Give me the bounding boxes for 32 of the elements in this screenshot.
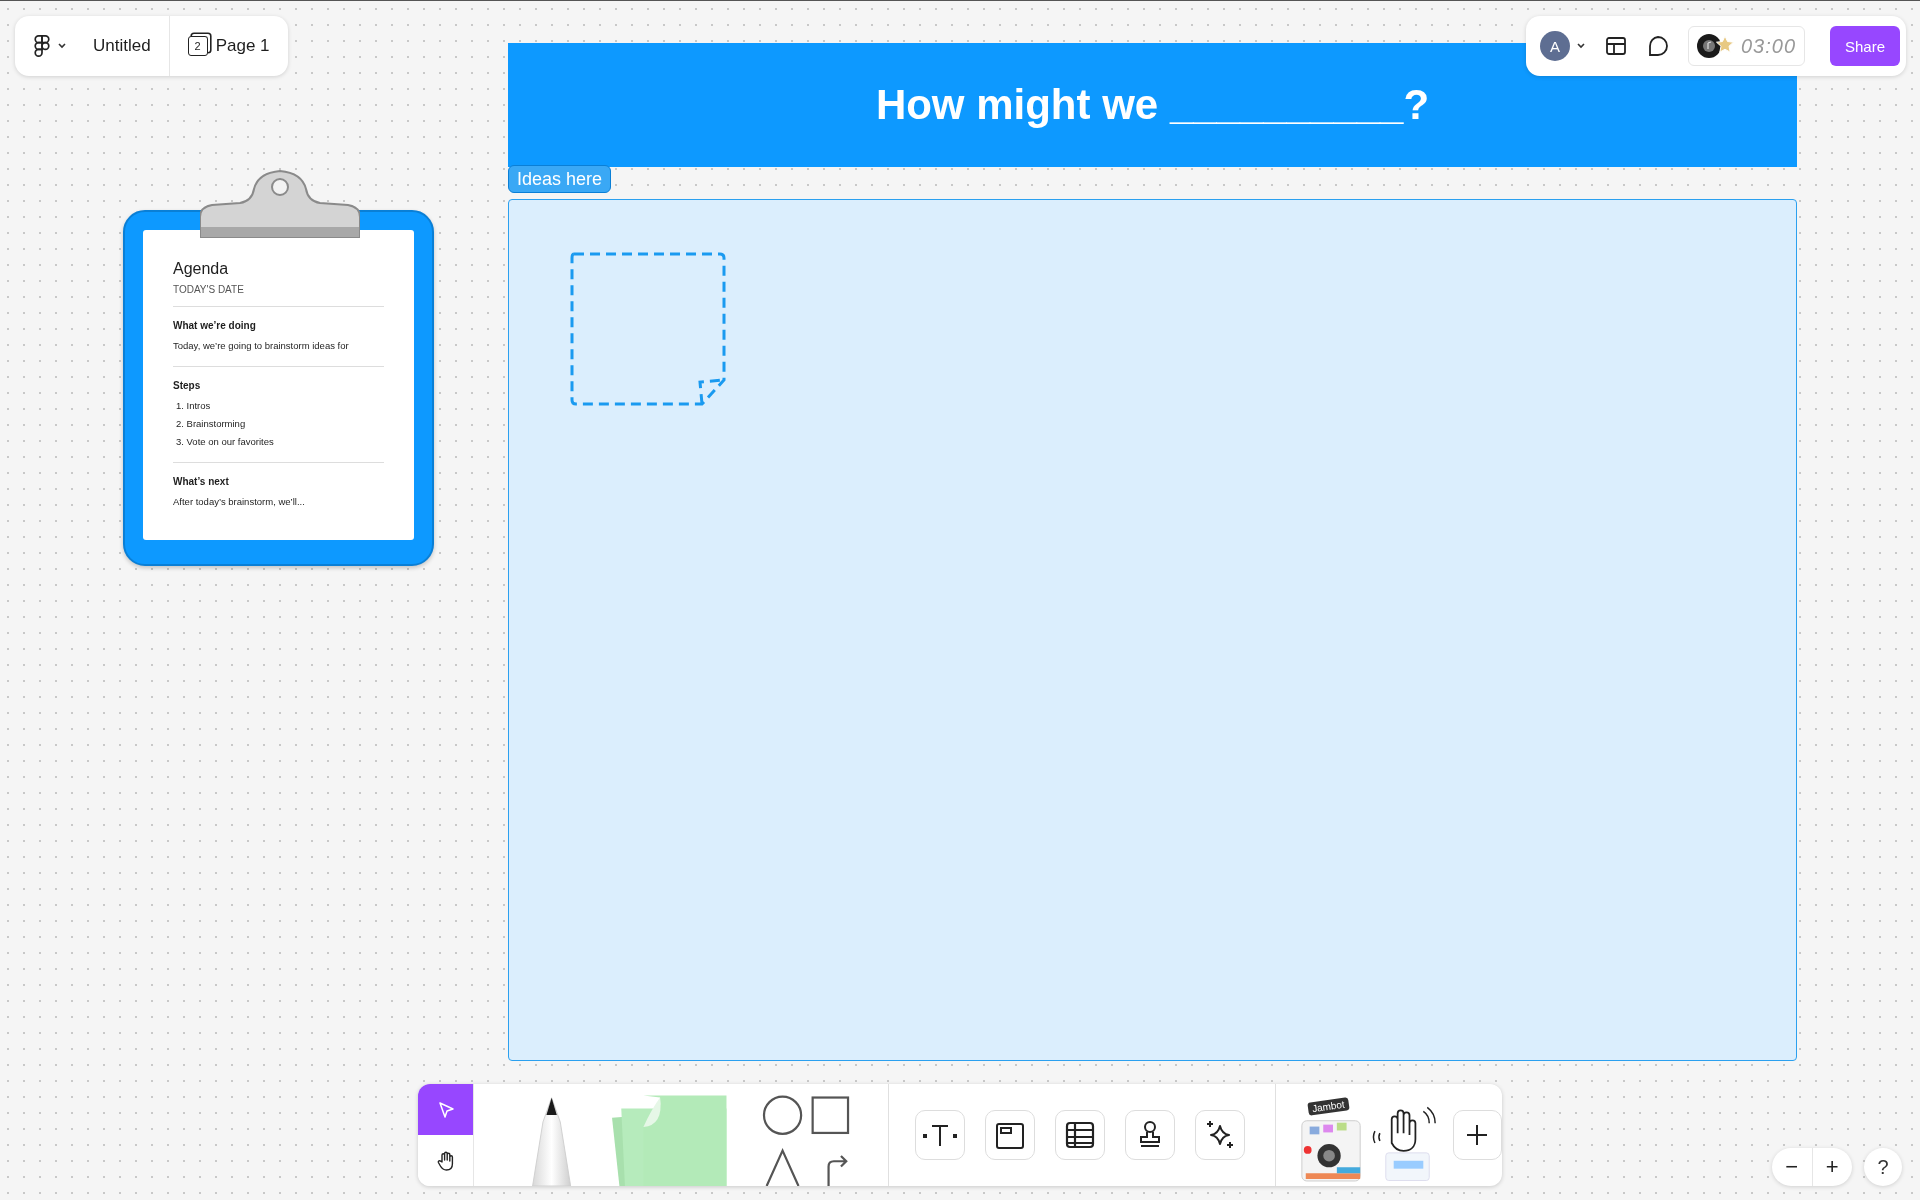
stamp-tool[interactable] [1125,1110,1176,1160]
zoom-in-button[interactable]: + [1811,1148,1852,1186]
ai-sparkle-tool[interactable] [1195,1110,1246,1160]
file-name[interactable]: Untitled [93,36,151,56]
more-tools-button[interactable] [1452,1110,1502,1160]
agenda-text: After today’s brainstorm, we’ll... [173,495,306,509]
agenda-title: Agenda [173,260,230,278]
frame-tool[interactable] [985,1110,1036,1160]
agenda-text: 1. Intros [175,399,212,413]
table-tool[interactable] [1055,1110,1106,1160]
page-button[interactable]: 2 Page 1 [187,36,270,56]
select-tool[interactable] [418,1084,474,1135]
banner-title: How might we __________? [875,81,1430,129]
agenda-heading: Steps [173,380,202,391]
comment-icon[interactable] [1646,34,1670,58]
agenda-heading: What’s next [173,476,230,487]
help-button[interactable]: ? [1864,1148,1902,1186]
widget-tool[interactable]: Jambot [1298,1098,1366,1186]
zoom-out-button[interactable]: − [1772,1148,1812,1186]
agenda-date: TODAY'S DATE [173,284,245,297]
caret-icon [57,42,67,50]
hand-tool[interactable] [418,1135,474,1186]
agenda-text: 2. Brainstorming [175,417,247,431]
agenda-text: Today, we’re going to brainstorm ideas for [173,339,350,353]
text-tool[interactable] [915,1110,966,1160]
share-button[interactable]: Share [1829,26,1900,66]
clip-icon [200,169,360,239]
logo-icon [33,35,51,57]
agenda-text: 3. Vote on our favorites [175,435,275,449]
layout-icon[interactable] [1604,34,1628,58]
agenda-heading: What we’re doing [173,320,257,331]
caret-icon [1576,42,1586,50]
